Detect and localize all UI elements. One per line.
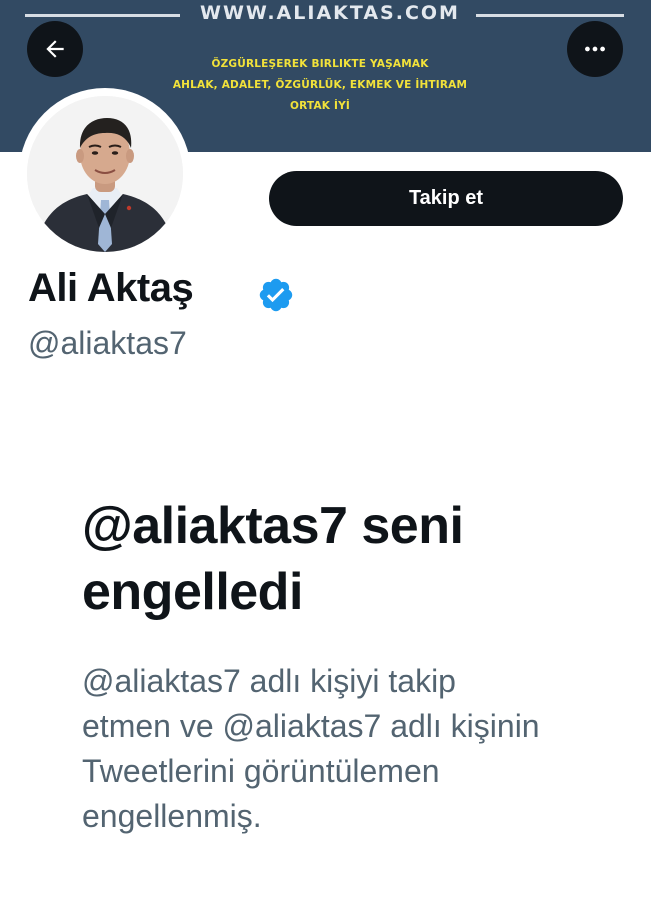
profile-handle: @aliaktas7 (28, 325, 187, 361)
banner-slogan-line-1: ÖZGÜRLEŞEREK BIRLIKTE YAŞAMAK (211, 58, 429, 70)
more-options-button[interactable] (567, 21, 623, 77)
profile-page: WWW.ALIAKTAS.COM ÖZGÜRLEŞEREK BIRLIKTE Y… (0, 0, 651, 900)
arrow-left-icon (46, 40, 64, 58)
banner-url-row: WWW.ALIAKTAS.COM (0, 0, 651, 28)
avatar-portrait-image (27, 96, 183, 252)
avatar[interactable] (27, 96, 183, 252)
blocked-title: @aliaktas7 seni engelledi (82, 497, 464, 621)
more-horizontal-icon (585, 46, 605, 52)
follow-button[interactable]: Takip et (269, 171, 623, 226)
banner-divider-right (476, 14, 624, 17)
back-button[interactable] (27, 21, 83, 77)
banner-url-text: WWW.ALIAKTAS.COM (200, 2, 460, 24)
blocked-description: @aliaktas7 adlı kişiyi takip etmen ve @a… (82, 663, 540, 834)
profile-display-name: Ali Aktaş (28, 266, 194, 310)
banner-divider-left (25, 14, 180, 17)
banner-slogan-line-3: ORTAK İYİ (289, 100, 351, 112)
verified-badge-icon (259, 278, 293, 312)
banner-slogan-line-2: AHLAK, ADALET, ÖZGÜRLÜK, EKMEK VE İHTIRA… (172, 79, 468, 91)
